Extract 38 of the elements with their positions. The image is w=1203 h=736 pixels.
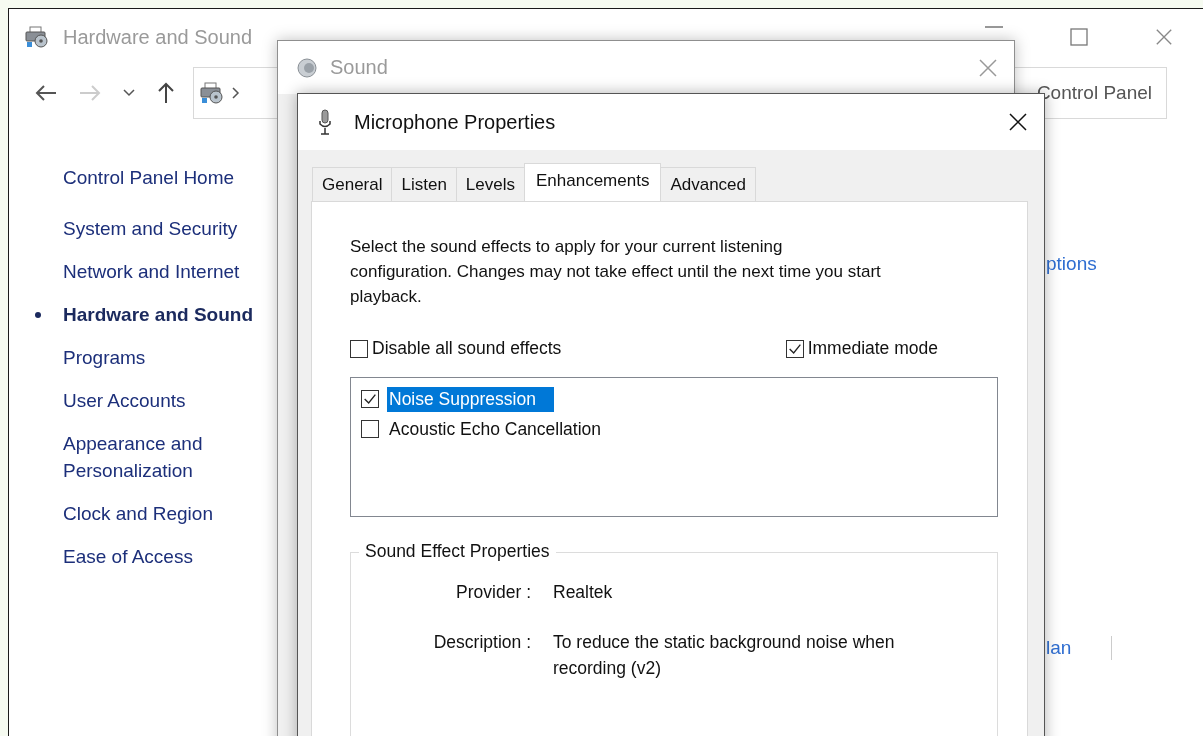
close-icon <box>978 57 998 78</box>
printer-icon <box>25 26 49 48</box>
checkbox[interactable] <box>361 420 379 438</box>
list-item[interactable]: Noise Suppression <box>387 386 554 412</box>
checkbox[interactable] <box>350 339 368 358</box>
link[interactable]: lan <box>1046 637 1072 659</box>
minimize-icon <box>984 26 1003 28</box>
checkbox[interactable] <box>361 390 379 408</box>
property-value: To reduce the static background noise when recording (v2) <box>553 631 896 680</box>
group-title: Sound Effect Properties <box>359 541 556 562</box>
property-label: Provider : <box>455 581 531 604</box>
tab[interactable]: General <box>312 167 393 201</box>
back-arrow-icon <box>35 84 57 102</box>
link[interactable]: ptions <box>1046 253 1097 275</box>
microphone-icon <box>318 109 332 135</box>
checkbox-label[interactable]: Immediate mode <box>807 338 938 359</box>
checkbox-label[interactable]: Disable all sound effects <box>372 338 562 359</box>
checkbox[interactable] <box>785 339 804 358</box>
chevron-down-icon <box>123 89 135 97</box>
up-arrow-icon <box>157 82 175 104</box>
close-icon <box>1154 28 1173 46</box>
forward-arrow-icon <box>79 84 101 102</box>
effects-list[interactable]: Noise Suppression Acoustic Echo Cancellation <box>350 377 998 517</box>
dialog-title: Microphone Properties <box>354 110 556 134</box>
chevron-right-icon <box>232 87 240 99</box>
printer-icon <box>200 82 224 104</box>
close-icon <box>1008 112 1028 132</box>
sidebar-link[interactable]: Control Panel Home <box>63 167 235 189</box>
tab[interactable]: Advanced <box>660 167 757 201</box>
sidebar-item[interactable]: Hardware and Sound <box>33 293 288 336</box>
instructions-text: Select the sound effects to apply for your current listening configuration. Changes may not take effect until the next time you start playback. <box>350 236 882 308</box>
property-label: Description : <box>432 631 531 654</box>
dialog-title: Sound <box>330 56 388 79</box>
tab[interactable]: Enhancements <box>524 163 662 201</box>
window-title: Hardware and Sound <box>63 25 252 49</box>
maximize-icon <box>1069 28 1088 46</box>
list-item[interactable]: Acoustic Echo Cancellation <box>387 416 606 442</box>
property-value: Realtek <box>553 581 614 604</box>
